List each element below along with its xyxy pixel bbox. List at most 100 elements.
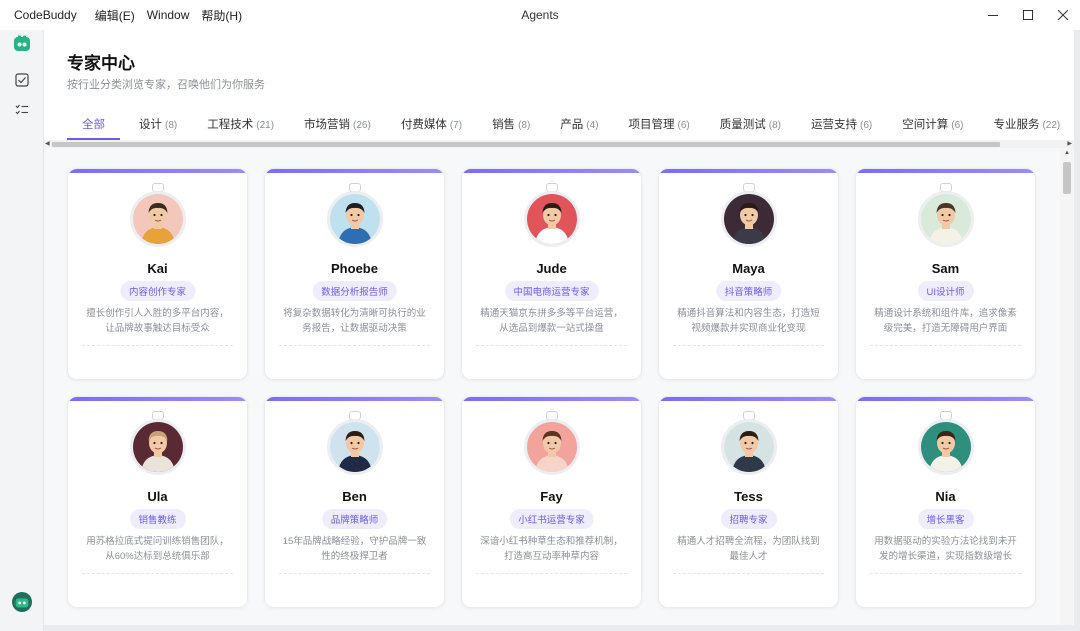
agent-description: 将复杂数据转化为清晰可执行的业务报告，让数据驱动决策 xyxy=(283,308,426,334)
tab-count: (4) xyxy=(586,120,599,131)
tab-6[interactable]: 产品 (4) xyxy=(560,110,598,140)
agent-role-badge: 销售教练 xyxy=(129,509,186,529)
tasks-checkbox-icon[interactable] xyxy=(12,70,32,90)
scroll-right-icon[interactable]: ▶ xyxy=(1067,140,1072,147)
tab-label: 项目管理 xyxy=(628,119,675,131)
page-title: 专家中心 xyxy=(67,54,135,73)
agent-card-nia[interactable]: Nia 增长黑客 用数据驱动的实验方法论找到未开发的增长渠道，实现指数级增长 xyxy=(855,396,1036,608)
tab-9[interactable]: 运营支持 (6) xyxy=(811,110,872,140)
tab-2[interactable]: 工程技术 (21) xyxy=(207,110,274,140)
card-divider xyxy=(673,573,824,574)
tab-label: 工程技术 xyxy=(207,119,254,131)
agent-name: Ben xyxy=(342,489,367,504)
user-avatar-icon[interactable] xyxy=(12,592,32,612)
agent-card-jude[interactable]: Jude 中国电商运营专家精通天猫京东拼多多等平台运营，从选品到爆款一站式操盘 xyxy=(461,168,642,380)
tab-count: (8) xyxy=(165,120,178,131)
agent-card-ben[interactable]: Ben 品牌策略师 15年品牌战略经验，守护品牌一致性的终极捍卫者 xyxy=(264,396,445,608)
menu-edit[interactable]: 编辑(E) xyxy=(95,7,135,24)
title-bar: CodeBuddy 编辑(E) Window 帮助(H) Agents xyxy=(0,0,1080,30)
minimize-button[interactable] xyxy=(975,0,1010,30)
scroll-left-icon[interactable]: ◀ xyxy=(45,140,50,147)
maximize-icon xyxy=(1022,10,1033,20)
agent-description: 用数据驱动的实验方法论找到未开发的增长渠道，实现指数级增长 xyxy=(874,536,1017,562)
scroll-up-icon[interactable]: ▲ xyxy=(1064,150,1070,156)
agent-card-fay[interactable]: Fay 小红书运营专家 深谙小红书种草生态和推荐机制，打造高互动率种草内容 xyxy=(461,396,642,608)
agent-card-sam[interactable]: Sam UI设计师 精通设计系统和组件库，追求像素级完美，打造无障碍用户界面 xyxy=(855,168,1036,380)
agent-description: 精通抖音算法和内容生态，打造短视频爆款并实现商业化变现 xyxy=(677,308,820,334)
agent-avatar xyxy=(524,191,580,247)
agent-card-tess[interactable]: Tess 招聘专家精通人才招聘全流程，为团队找到最佳人才 xyxy=(658,396,839,608)
checklist-icon[interactable] xyxy=(12,100,32,120)
agent-role-badge: 内容创作专家 xyxy=(119,281,196,301)
tab-1[interactable]: 设计 (8) xyxy=(139,110,177,140)
tab-4[interactable]: 付费媒体 (7) xyxy=(401,110,462,140)
menu-window[interactable]: Window xyxy=(147,8,190,22)
agent-role-badge: 招聘专家 xyxy=(720,509,777,529)
agent-name: Tess xyxy=(734,489,763,504)
card-divider xyxy=(279,573,430,574)
agent-name: Nia xyxy=(935,489,956,504)
tab-count: (22) xyxy=(1042,120,1061,131)
tab-count: (6) xyxy=(677,120,690,131)
tab-label: 销售 xyxy=(492,119,516,131)
category-tabs: 全部 设计 (8) 工程技术 (21) 市场营销 (26) 付费媒体 (7) 销售 (8) 产品 (4)… xyxy=(67,110,1080,140)
tab-label: 付费媒体 xyxy=(400,119,447,131)
tab-0[interactable]: 全部 xyxy=(67,110,120,140)
agent-card-phoebe[interactable]: Phoebe 数据分析报告师将复杂数据转化为清晰可执行的业务报告，让数据驱动决策 xyxy=(264,168,445,380)
tab-label: 市场营销 xyxy=(304,119,351,131)
scrollbar-thumb[interactable] xyxy=(52,142,1000,147)
agent-role-badge: 数据分析报告师 xyxy=(312,281,397,301)
tab-count: (21) xyxy=(256,120,275,131)
agent-description: 精通天猫京东拼多多等平台运营，从选品到爆款一站式操盘 xyxy=(480,308,623,334)
close-button[interactable] xyxy=(1045,0,1080,30)
agent-description: 15年品牌战略经验，守护品牌一致性的终极捍卫者 xyxy=(282,536,427,562)
tab-label: 质量测试 xyxy=(719,119,766,131)
agent-name: Kai xyxy=(147,261,168,276)
tab-10[interactable]: 空间计算 (6) xyxy=(902,110,963,140)
maximize-button[interactable] xyxy=(1010,0,1045,30)
content-vertical-scrollbar[interactable]: ▲ xyxy=(1060,148,1074,625)
card-divider xyxy=(673,345,824,346)
tab-count: (7) xyxy=(449,120,463,131)
tabs-horizontal-scrollbar[interactable]: ◀ ▶ xyxy=(44,140,1074,148)
tab-count: (6) xyxy=(951,120,964,131)
page-subtitle: 按行业分类浏览专家，召唤他们为你服务 xyxy=(67,79,265,91)
tab-7[interactable]: 项目管理 (6) xyxy=(629,110,690,140)
agent-name: Fay xyxy=(540,489,563,504)
agent-name: Ula xyxy=(147,489,168,504)
tab-3[interactable]: 市场营销 (26) xyxy=(304,110,371,140)
agent-card-kai[interactable]: Kai 内容创作专家 擅长创作引人入胜的多平台内容，让品牌故事触达目标受众 xyxy=(67,168,248,380)
tab-count: (8) xyxy=(518,120,531,131)
agent-description: 深谙小红书种草生态和推荐机制，打造高互动率种草内容 xyxy=(480,536,623,562)
agent-avatar xyxy=(327,191,383,247)
agent-avatar xyxy=(524,419,580,475)
minimize-icon xyxy=(987,15,998,16)
card-divider xyxy=(476,345,627,346)
agent-role-badge: UI设计师 xyxy=(917,281,974,301)
card-divider xyxy=(870,345,1021,346)
agent-avatar xyxy=(721,191,777,247)
agent-name: Phoebe xyxy=(331,261,378,276)
tab-8[interactable]: 质量测试 (8) xyxy=(720,110,781,140)
agent-role-badge: 中国电商运营专家 xyxy=(504,281,599,301)
tab-5[interactable]: 销售 (8) xyxy=(492,110,530,140)
card-divider xyxy=(279,345,430,346)
vscroll-thumb[interactable] xyxy=(1063,162,1071,194)
menu-bar: CodeBuddy 编辑(E) Window 帮助(H) xyxy=(0,7,242,24)
app-name: CodeBuddy xyxy=(14,8,77,22)
menu-help[interactable]: 帮助(H) xyxy=(201,7,242,24)
agent-card-ula[interactable]: Ula 销售教练用苏格拉底式提问训练销售团队，从60%达标到总统俱乐部 xyxy=(67,396,248,608)
tab-11[interactable]: 专业服务 (22) xyxy=(993,110,1060,140)
tab-label: 专业服务 xyxy=(993,119,1040,131)
left-sidebar xyxy=(0,30,44,631)
agent-description: 用苏格拉底式提问训练销售团队，从60%达标到总统俱乐部 xyxy=(86,536,229,562)
codebuddy-logo-icon[interactable] xyxy=(12,34,32,54)
agent-avatar xyxy=(918,419,974,475)
agent-card-maya[interactable]: Maya 抖音策略师 精通抖音算法和内容生态，打造短视频爆款并实现商业化变现 xyxy=(658,168,839,380)
agent-avatar xyxy=(130,419,186,475)
close-icon xyxy=(1057,10,1068,20)
agent-name: Jude xyxy=(536,261,567,276)
agent-description: 精通人才招聘全流程，为团队找到最佳人才 xyxy=(677,536,820,562)
agent-avatar xyxy=(721,419,777,475)
tab-label: 产品 xyxy=(560,119,584,131)
